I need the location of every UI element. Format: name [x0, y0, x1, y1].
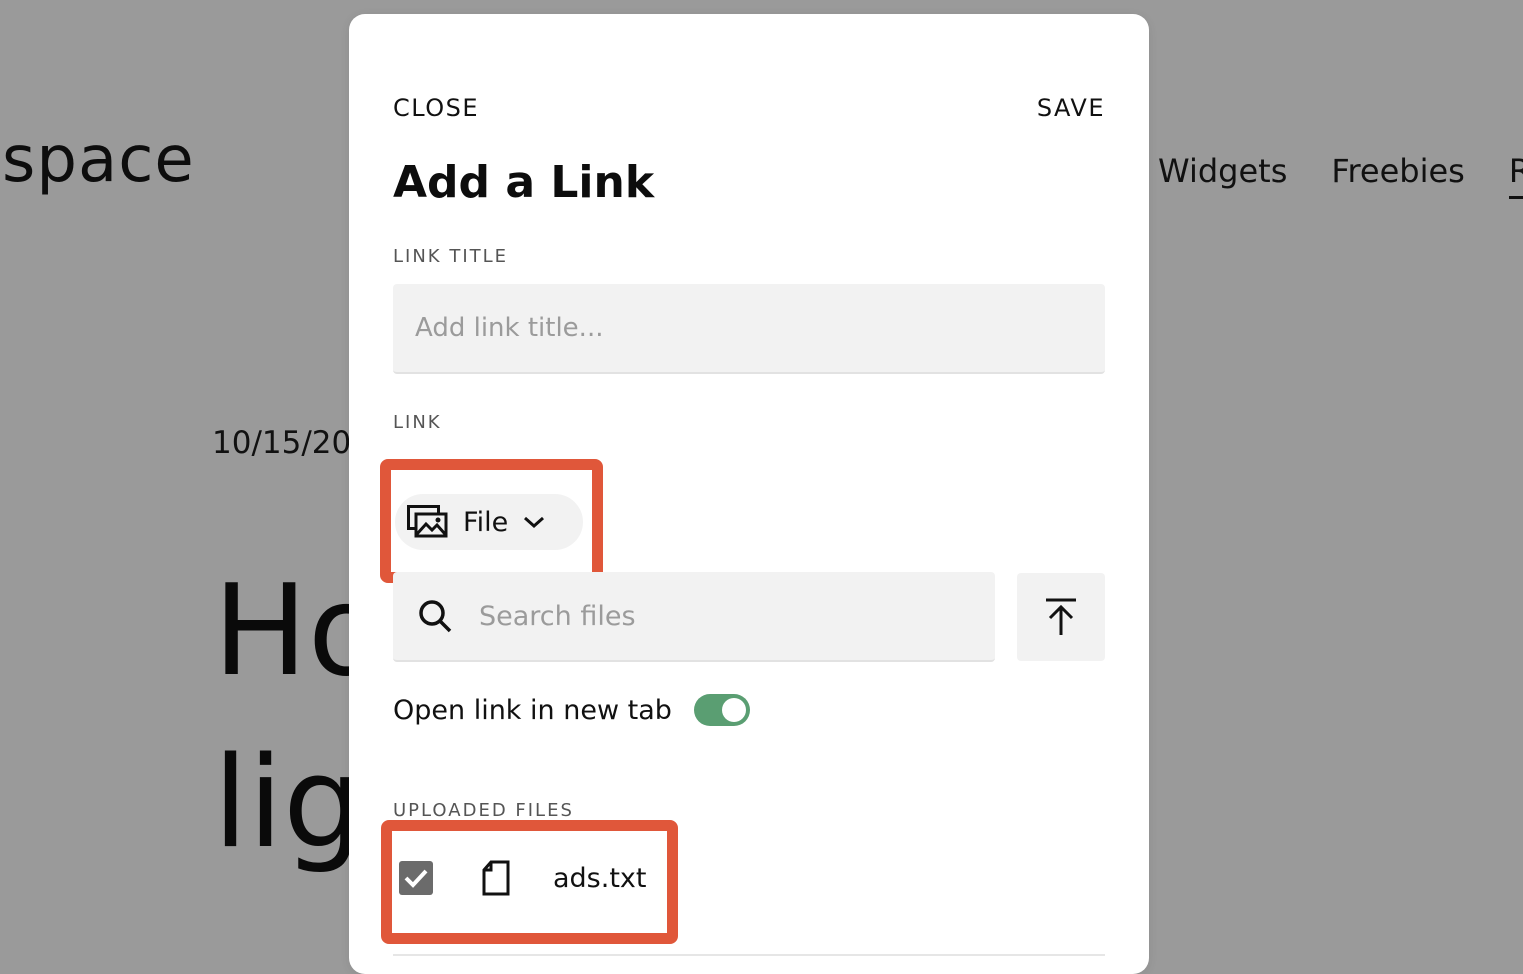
- document-icon: [481, 860, 511, 896]
- file-search-input[interactable]: [477, 599, 995, 633]
- site-nav: Widgets Freebies R: [1158, 152, 1523, 199]
- nav-item-widgets: Widgets: [1158, 152, 1288, 190]
- upload-file-button[interactable]: [1017, 573, 1105, 661]
- file-checkbox[interactable]: [399, 861, 433, 895]
- divider: [393, 954, 1105, 956]
- nav-item-freebies: Freebies: [1331, 152, 1465, 190]
- upload-icon: [1044, 597, 1078, 637]
- toggle-knob: [721, 698, 746, 722]
- search-icon: [417, 598, 453, 634]
- modal-title: Add a Link: [393, 157, 655, 208]
- file-search-box: [393, 572, 995, 662]
- image-file-icon: [407, 505, 449, 539]
- link-title-label: LINK TITLE: [393, 246, 509, 267]
- new-tab-toggle[interactable]: [693, 694, 750, 726]
- uploaded-file-row[interactable]: ads.txt: [395, 860, 647, 896]
- chevron-down-icon: [522, 514, 546, 530]
- link-label: LINK: [393, 412, 442, 433]
- uploaded-files-label: UPLOADED FILES: [393, 800, 574, 821]
- site-logo: space: [2, 123, 195, 197]
- save-button[interactable]: SAVE: [1037, 94, 1105, 122]
- link-title-input[interactable]: [393, 284, 1105, 374]
- add-link-modal: CLOSE SAVE Add a Link LINK TITLE LINK Fi…: [349, 14, 1149, 974]
- link-type-label: File: [463, 506, 509, 538]
- checkmark-icon: [404, 869, 428, 888]
- nav-item-active: R: [1508, 152, 1523, 199]
- post-date: 10/15/202: [212, 425, 371, 461]
- file-name: ads.txt: [553, 862, 647, 894]
- new-tab-row: Open link in new tab: [393, 694, 750, 726]
- close-button[interactable]: CLOSE: [393, 94, 479, 122]
- link-type-dropdown[interactable]: File: [395, 494, 583, 550]
- new-tab-label: Open link in new tab: [393, 694, 672, 726]
